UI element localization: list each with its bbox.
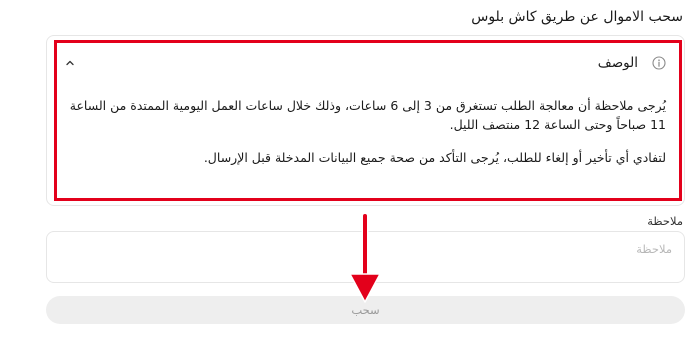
withdraw-button[interactable]: سحب — [46, 296, 685, 324]
description-paragraph: لتفادي أي تأخير أو إلغاء للطلب، يُرجى ال… — [203, 150, 666, 165]
page-title: سحب الاموال عن طريق كاش بلوس — [471, 9, 683, 25]
description-header[interactable]: الوصف — [63, 54, 668, 74]
info-icon — [652, 56, 666, 70]
note-label: ملاحظة — [647, 214, 683, 228]
note-input[interactable] — [46, 231, 685, 283]
description-paragraph: يُرجى ملاحظة أن معالجة الطلب تستغرق من 3… — [69, 98, 666, 132]
description-title: الوصف — [597, 55, 638, 71]
chevron-up-icon[interactable] — [65, 58, 75, 68]
withdraw-page: سحب الاموال عن طريق كاش بلوس الوصف يُرجى… — [0, 0, 699, 342]
description-body: يُرجى ملاحظة أن معالجة الطلب تستغرق من 3… — [67, 96, 666, 181]
description-panel: الوصف يُرجى ملاحظة أن معالجة الطلب تستغر… — [46, 35, 685, 206]
